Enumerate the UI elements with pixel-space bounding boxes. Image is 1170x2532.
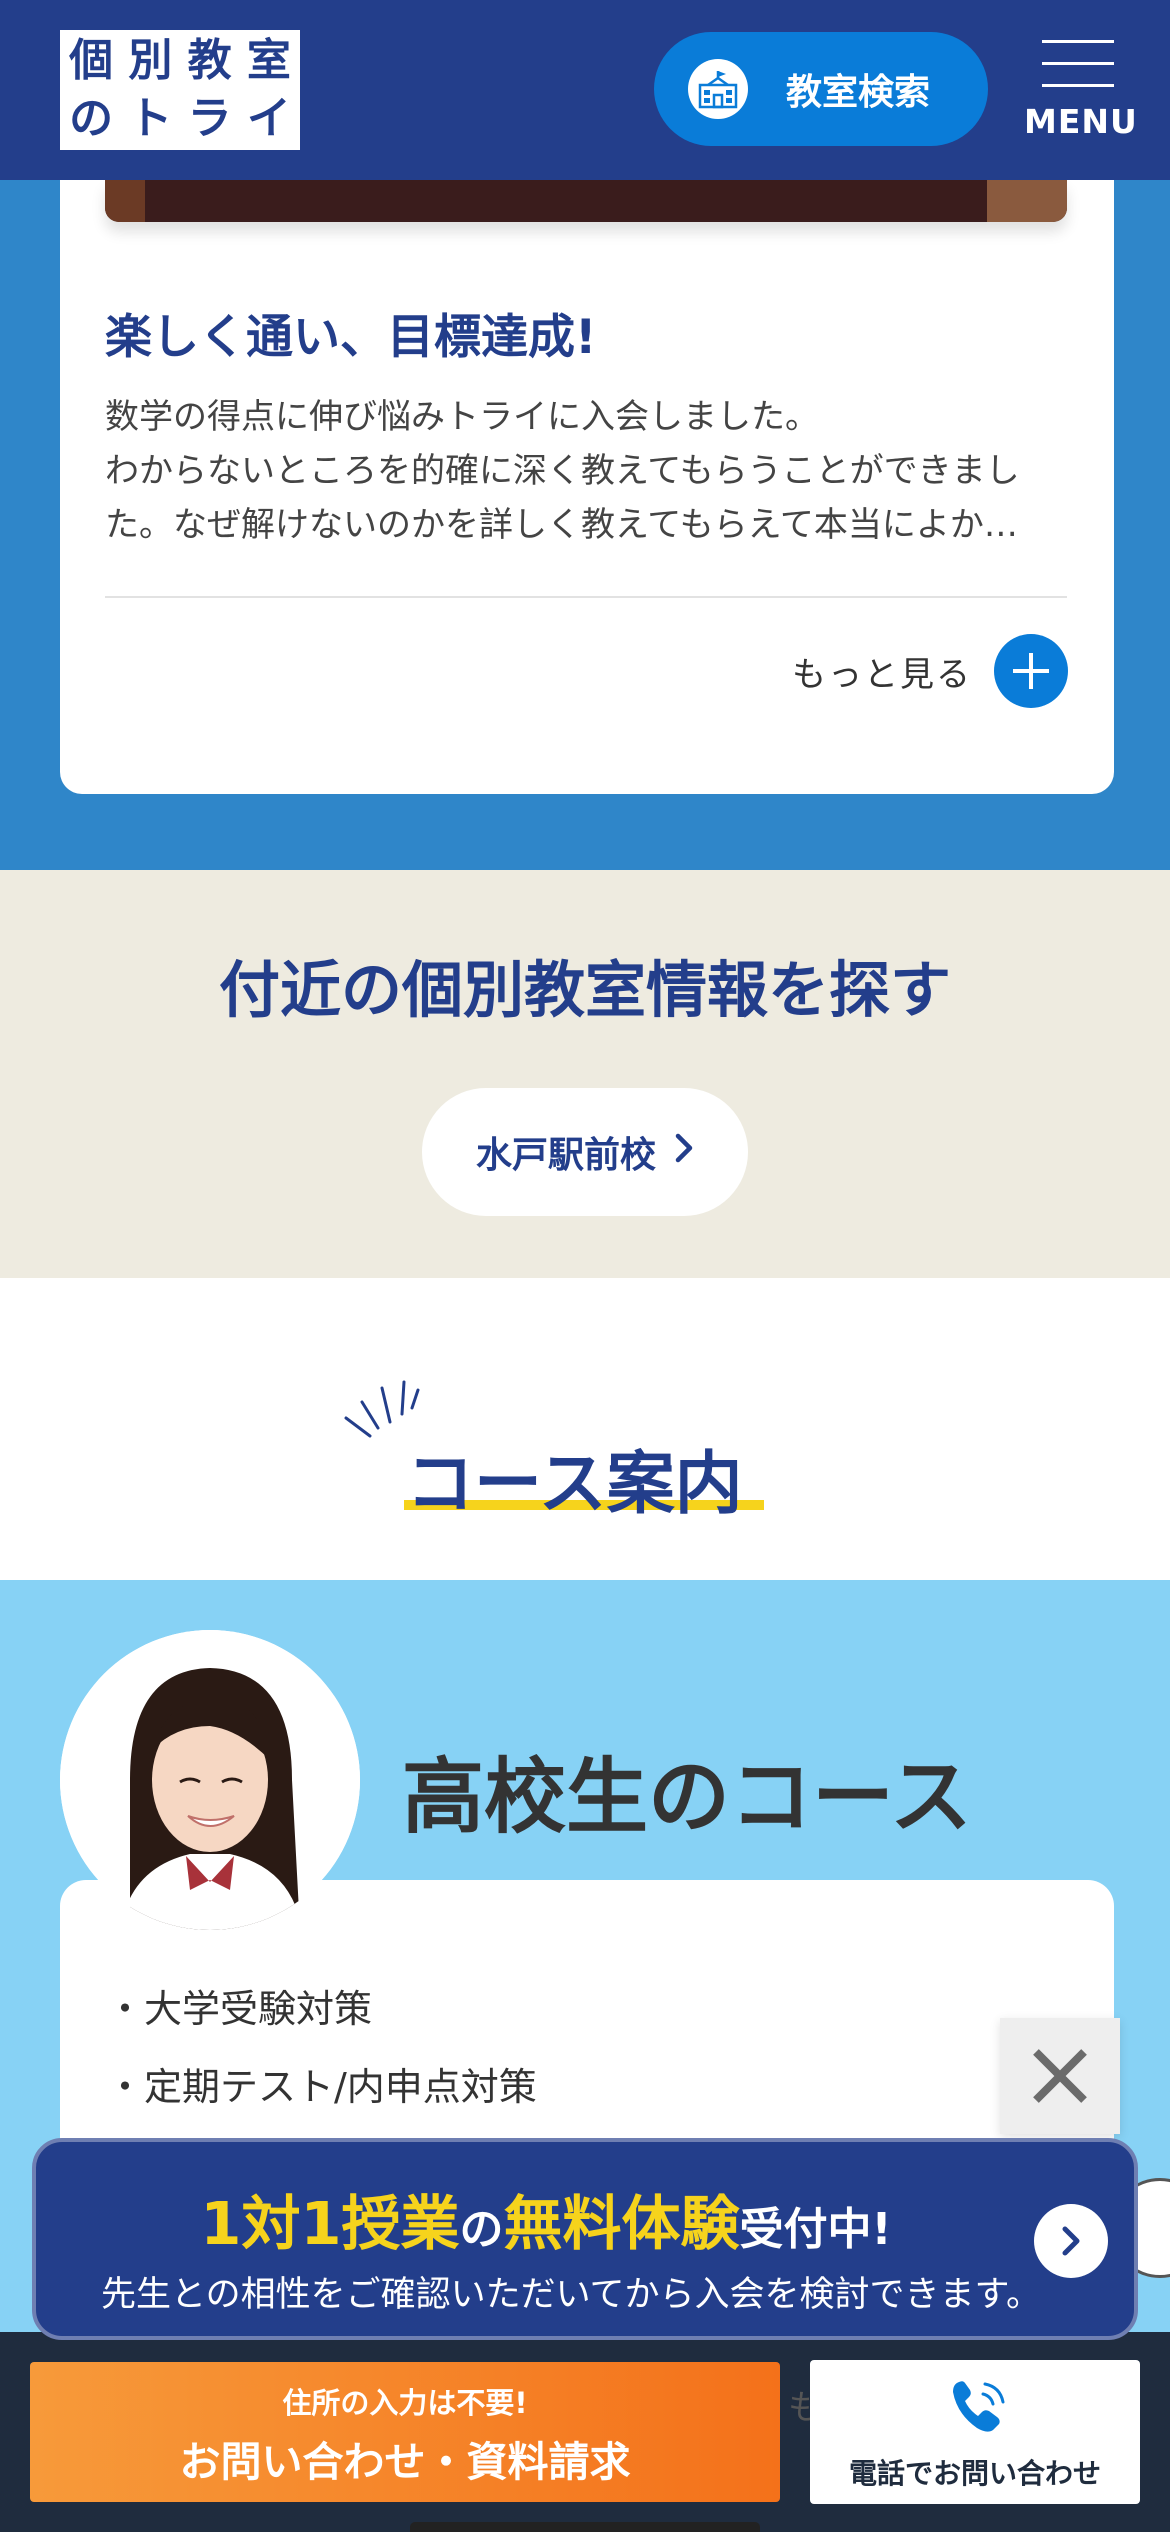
plus-icon — [994, 634, 1068, 708]
close-banner-button[interactable] — [1000, 2018, 1120, 2134]
testimonial-body-line: 数学の得点に伸び悩みトライに入会しました。 — [105, 397, 819, 437]
school-building-icon — [688, 59, 748, 119]
phone-inquiry-label: 電話でお問い合わせ — [848, 2457, 1101, 2490]
course-heading-section: コース案内 — [0, 1278, 1170, 1580]
student-avatar — [60, 1630, 360, 1930]
contact-request-button[interactable]: 住所の入力は不要! お問い合わせ・資料請求 — [30, 2362, 780, 2502]
site-logo[interactable]: 個 別 教 室 の ト ラ イ — [60, 30, 300, 150]
course-feature-list: ・大学受験対策 ・定期テスト/内申点対策 — [106, 1970, 537, 2126]
testimonial-card: 楽しく通い、目標達成! 数学の得点に伸び悩みトライに入会しました。 わからないと… — [60, 180, 1114, 794]
divider — [105, 596, 1067, 598]
logo-char: 室 — [240, 33, 297, 89]
logo-char: イ — [240, 91, 297, 147]
trial-subtitle: 先生との相性をご確認いただいてから入会を検討できます。 — [100, 2275, 1042, 2315]
course-feature-item: ・定期テスト/内申点対策 — [106, 2065, 537, 2109]
chevron-right-icon[interactable] — [1034, 2204, 1108, 2278]
site-header: 個 別 教 室 の ト ラ イ 教室検索 MENU — [0, 0, 1170, 180]
testimonial-photo — [105, 180, 1067, 222]
show-more-link[interactable]: もっと見る — [792, 634, 1068, 708]
logo-char: の — [63, 91, 120, 147]
free-trial-banner[interactable]: 1対1授業の無料体験受付中! 先生との相性をご確認いただいてから入会を検討できま… — [32, 2138, 1138, 2340]
nearby-title: 付近の個別教室情報を探す — [218, 955, 951, 1026]
contact-note: 住所の入力は不要! — [282, 2386, 528, 2420]
testimonial-title: 楽しく通い、目標達成! — [105, 310, 597, 365]
menu-label: MENU — [1024, 102, 1138, 141]
classroom-search-button[interactable]: 教室検索 — [654, 32, 988, 146]
course-heading: コース案内 — [406, 1445, 743, 1524]
chevron-right-icon — [674, 1132, 694, 1172]
testimonial-section: 楽しく通い、目標達成! 数学の得点に伸び悩みトライに入会しました。 わからないと… — [0, 180, 1170, 870]
trial-headline-part: 1対1授業 — [200, 2189, 460, 2258]
show-more-label: もっと見る — [792, 654, 972, 695]
testimonial-body-line: た。なぜ解けないのかを詳しく教えてもらえて本当によか… — [105, 505, 1018, 545]
logo-char: 別 — [122, 33, 179, 89]
school-link-button[interactable]: 水戸駅前校 — [422, 1088, 748, 1216]
phone-inquiry-button[interactable]: 電話でお問い合わせ — [810, 2360, 1140, 2504]
course-name: 高校生のコース — [402, 1750, 972, 1845]
testimonial-body: 数学の得点に伸び悩みトライに入会しました。 わからないところを的確に深く教えても… — [105, 390, 1067, 552]
course-feature-item: ・大学受験対策 — [106, 1987, 373, 2031]
logo-char: ラ — [181, 91, 238, 147]
logo-char: 個 — [63, 33, 120, 89]
hamburger-icon — [1042, 40, 1114, 43]
classroom-search-label: 教室検索 — [786, 72, 931, 113]
trial-headline: 1対1授業の無料体験受付中! — [36, 2176, 1056, 2261]
trial-headline-part: 受付中! — [739, 2204, 892, 2255]
trial-headline-part: の — [459, 2204, 504, 2255]
trial-headline-part: 無料体験 — [503, 2189, 740, 2258]
home-indicator — [410, 2522, 760, 2532]
contact-label: お問い合わせ・資料請求 — [179, 2438, 631, 2486]
logo-char: ト — [122, 91, 179, 147]
nearby-classrooms-section: 付近の個別教室情報を探す 水戸駅前校 — [0, 870, 1170, 1278]
menu-button[interactable]: MENU — [1024, 36, 1138, 146]
testimonial-body-line: わからないところを的確に深く教えてもらうことができまし — [105, 451, 1020, 491]
logo-char: 教 — [181, 33, 238, 89]
phone-icon — [945, 2374, 1011, 2444]
close-icon — [1033, 2049, 1087, 2103]
school-link-label: 水戸駅前校 — [475, 1135, 656, 1176]
bottom-action-bar: 住所の入力は不要! お問い合わせ・資料請求 も 電話でお問い合わせ — [0, 2332, 1170, 2532]
